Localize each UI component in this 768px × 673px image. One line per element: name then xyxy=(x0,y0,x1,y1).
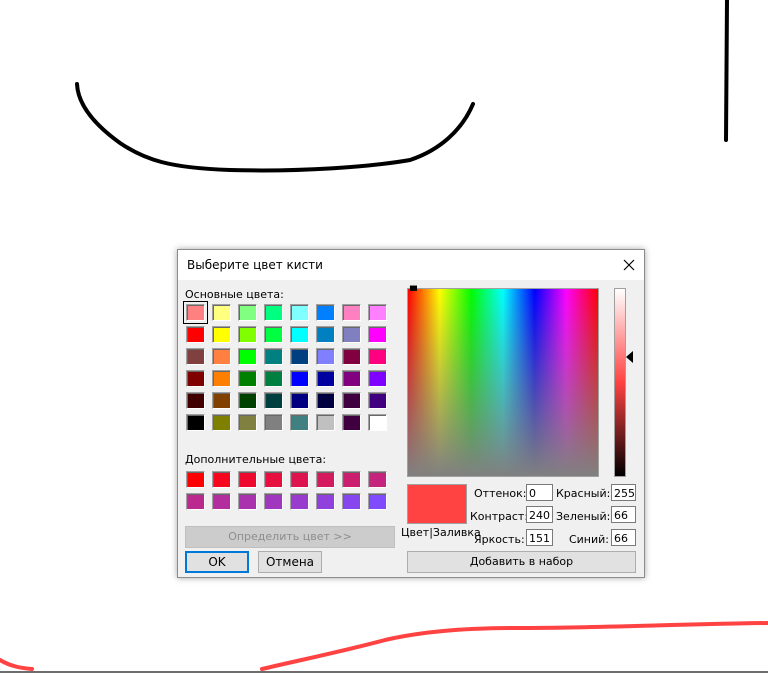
custom-color-swatch[interactable] xyxy=(368,471,387,488)
basic-color-swatch[interactable] xyxy=(342,348,361,365)
cancel-button[interactable]: Отмена xyxy=(258,551,322,573)
custom-colors-label: Дополнительные цвета: xyxy=(185,453,327,466)
basic-color-swatch[interactable] xyxy=(186,348,205,365)
hue-input[interactable]: 0 xyxy=(526,484,553,501)
basic-color-swatch[interactable] xyxy=(238,348,257,365)
crosshair-icon: ▀ xyxy=(410,287,417,297)
basic-color-swatch[interactable] xyxy=(238,370,257,387)
blue-input[interactable]: 66 xyxy=(611,529,636,546)
basic-color-swatch[interactable] xyxy=(368,326,387,343)
basic-color-swatch[interactable] xyxy=(342,370,361,387)
basic-color-swatch[interactable] xyxy=(316,392,335,409)
basic-color-swatch[interactable] xyxy=(183,301,208,324)
basic-color-swatch[interactable] xyxy=(290,414,309,431)
color-preview xyxy=(407,484,467,524)
basic-color-swatch[interactable] xyxy=(316,326,335,343)
custom-color-swatch[interactable] xyxy=(186,471,205,488)
luminance-arrow-icon[interactable] xyxy=(626,351,633,363)
dialog-titlebar[interactable]: Выберите цвет кисти xyxy=(178,250,644,280)
basic-color-swatch[interactable] xyxy=(212,370,231,387)
define-color-button: Определить цвет >> xyxy=(185,526,395,548)
custom-color-swatch[interactable] xyxy=(316,493,335,510)
add-to-custom-button[interactable]: Добавить в набор xyxy=(407,551,636,573)
black-vertical-stroke xyxy=(724,0,729,142)
dialog-title: Выберите цвет кисти xyxy=(187,258,323,272)
blue-label: Синий: xyxy=(568,533,609,546)
basic-color-swatch[interactable] xyxy=(264,370,283,387)
basic-color-swatch[interactable] xyxy=(212,414,231,431)
basic-color-swatch[interactable] xyxy=(186,326,205,343)
basic-color-swatch[interactable] xyxy=(212,304,231,321)
red-label: Красный: xyxy=(556,487,611,500)
custom-color-swatch[interactable] xyxy=(212,493,231,510)
basic-color-swatch[interactable] xyxy=(290,348,309,365)
sat-input[interactable]: 240 xyxy=(526,506,553,523)
hue-label: Оттенок: xyxy=(474,487,527,500)
custom-color-swatch[interactable] xyxy=(264,493,283,510)
basic-color-swatch[interactable] xyxy=(212,326,231,343)
basic-color-swatch[interactable] xyxy=(264,326,283,343)
custom-color-swatch[interactable] xyxy=(212,471,231,488)
custom-color-swatch[interactable] xyxy=(316,471,335,488)
basic-color-swatch[interactable] xyxy=(290,326,309,343)
basic-color-swatch[interactable] xyxy=(368,392,387,409)
basic-color-swatch[interactable] xyxy=(316,348,335,365)
basic-color-swatch[interactable] xyxy=(186,370,205,387)
basic-color-swatch[interactable] xyxy=(238,304,257,321)
basic-color-swatch[interactable] xyxy=(290,304,309,321)
basic-color-swatch[interactable] xyxy=(342,392,361,409)
basic-color-swatch[interactable] xyxy=(264,348,283,365)
basic-color-swatch[interactable] xyxy=(238,392,257,409)
custom-color-swatch[interactable] xyxy=(342,493,361,510)
ok-button[interactable]: OK xyxy=(185,551,249,573)
basic-color-swatch[interactable] xyxy=(342,326,361,343)
custom-color-swatch[interactable] xyxy=(264,471,283,488)
color-picker-dialog: Выберите цвет кисти Основные цвета: Допо… xyxy=(177,249,645,578)
custom-color-swatch[interactable] xyxy=(290,493,309,510)
basic-color-swatch[interactable] xyxy=(212,392,231,409)
green-input[interactable]: 66 xyxy=(611,506,636,523)
basic-color-swatch[interactable] xyxy=(342,304,361,321)
basic-color-swatch[interactable] xyxy=(342,414,361,431)
basic-color-swatch[interactable] xyxy=(368,414,387,431)
basic-color-swatch[interactable] xyxy=(264,392,283,409)
red-input[interactable]: 255 xyxy=(611,484,636,501)
basic-colors-label: Основные цвета: xyxy=(185,288,284,301)
red-wave-stroke xyxy=(260,621,768,671)
basic-color-swatch[interactable] xyxy=(238,414,257,431)
basic-color-swatch[interactable] xyxy=(212,348,231,365)
basic-color-swatch[interactable] xyxy=(290,370,309,387)
lum-label: Яркость: xyxy=(474,533,525,546)
sat-label: Контраст: xyxy=(470,510,529,523)
color-spectrum[interactable] xyxy=(407,288,599,477)
basic-color-swatch[interactable] xyxy=(316,414,335,431)
green-label: Зеленый: xyxy=(556,510,611,523)
basic-color-swatch[interactable] xyxy=(290,392,309,409)
black-curve-stroke xyxy=(75,82,475,173)
basic-color-swatch[interactable] xyxy=(368,370,387,387)
basic-color-swatch[interactable] xyxy=(368,348,387,365)
custom-color-swatch[interactable] xyxy=(238,471,257,488)
basic-color-swatch[interactable] xyxy=(264,414,283,431)
lum-input[interactable]: 151 xyxy=(526,529,553,546)
custom-color-swatch[interactable] xyxy=(368,493,387,510)
custom-color-swatch[interactable] xyxy=(342,471,361,488)
basic-color-swatch[interactable] xyxy=(264,304,283,321)
luminance-slider[interactable] xyxy=(614,288,626,477)
basic-color-swatch[interactable] xyxy=(186,414,205,431)
red-left-stroke xyxy=(0,658,34,671)
custom-color-swatch[interactable] xyxy=(290,471,309,488)
custom-color-swatch[interactable] xyxy=(238,493,257,510)
basic-color-swatch[interactable] xyxy=(368,304,387,321)
basic-color-swatch[interactable] xyxy=(238,326,257,343)
basic-color-swatch[interactable] xyxy=(316,304,335,321)
basic-color-swatch[interactable] xyxy=(186,392,205,409)
basic-color-swatch[interactable] xyxy=(316,370,335,387)
close-icon[interactable] xyxy=(618,255,640,275)
preview-label: Цвет|Заливка xyxy=(401,526,481,539)
custom-color-swatch[interactable] xyxy=(186,493,205,510)
